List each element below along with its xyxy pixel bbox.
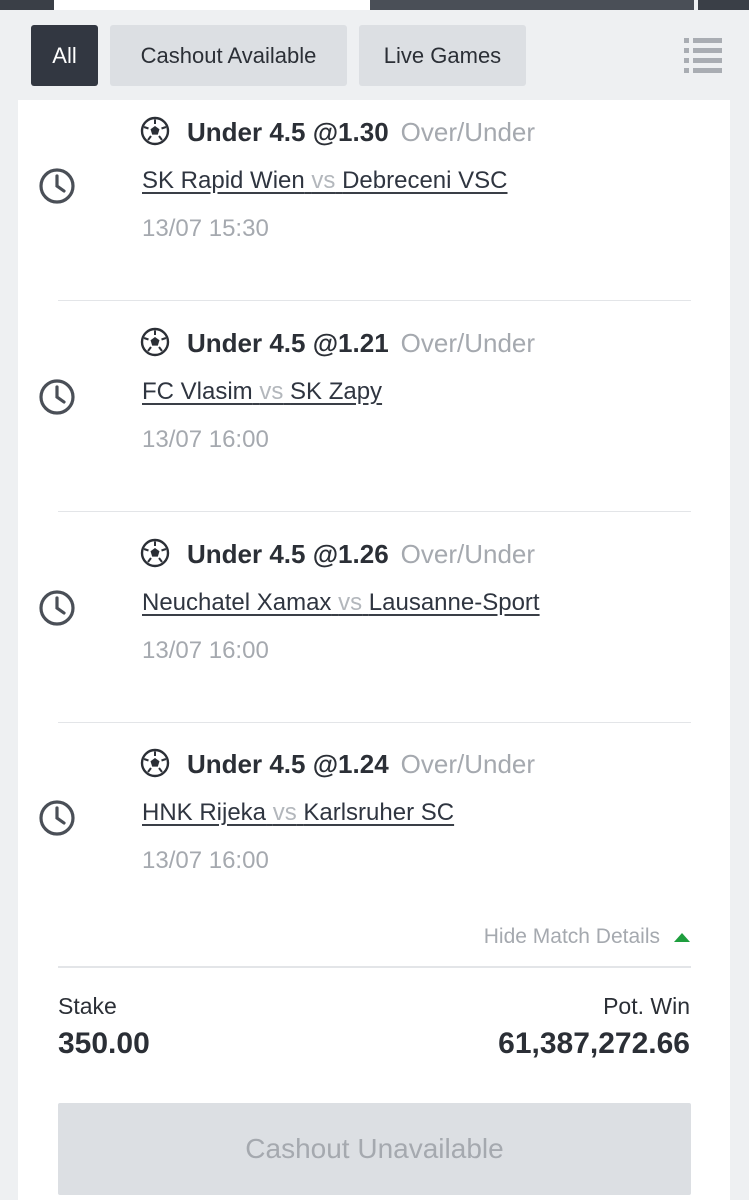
match-link[interactable]: FC Vlasim vs SK Zapy xyxy=(142,375,382,409)
stake-value: 350.00 xyxy=(58,1027,150,1060)
match-datetime: 13/07 15:30 xyxy=(142,215,269,242)
pot-win-label: Pot. Win xyxy=(603,993,690,1019)
soccer-ball-icon xyxy=(140,748,170,778)
hide-match-details-label: Hide Match Details xyxy=(483,925,660,948)
vs-label: vs xyxy=(259,378,284,405)
tab-strip-segment-active[interactable] xyxy=(54,0,370,10)
match-link[interactable]: SK Rapid Wien vs Debreceni VSC xyxy=(142,164,508,198)
market-line: Under 4.5 @1.30 Over/Under xyxy=(187,115,535,149)
list-menu-icon[interactable] xyxy=(684,37,722,73)
clock-icon xyxy=(39,379,75,415)
market-line: Under 4.5 @1.26 Over/Under xyxy=(187,537,535,571)
market-name: Under 4.5 @1.26 xyxy=(187,539,389,569)
match-link[interactable]: Neuchatel Xamax vs Lausanne-Sport xyxy=(142,586,540,620)
home-team: FC Vlasim xyxy=(142,378,253,405)
away-team: SK Zapy xyxy=(290,378,383,405)
market-name: Under 4.5 @1.21 xyxy=(187,328,389,358)
vs-label: vs xyxy=(272,799,297,826)
market-name: Under 4.5 @1.24 xyxy=(187,749,389,779)
vs-label: vs xyxy=(338,589,363,616)
home-team: Neuchatel Xamax xyxy=(142,589,332,616)
hide-match-details-toggle[interactable]: Hide Match Details xyxy=(484,923,690,951)
triangle-up-icon xyxy=(674,932,690,942)
away-team: Karlsruher SC xyxy=(303,799,455,826)
bet-card: Under 4.5 @1.30 Over/Under SK Rapid Wien … xyxy=(18,100,730,1200)
filter-all-button[interactable]: All xyxy=(31,25,98,86)
filter-cashout-available-button[interactable]: Cashout Available xyxy=(110,25,347,86)
home-team: HNK Rijeka xyxy=(142,799,267,826)
divider xyxy=(58,722,691,723)
tab-strip-segment xyxy=(0,0,54,10)
bet-selection: Under 4.5 @1.24 Over/Under HNK Rijeka vs … xyxy=(18,732,730,892)
top-tab-strip xyxy=(0,0,749,10)
bet-selection: Under 4.5 @1.30 Over/Under SK Rapid Wien … xyxy=(18,100,730,260)
away-team: Debreceni VSC xyxy=(342,167,508,194)
match-datetime: 13/07 16:00 xyxy=(142,637,269,664)
bet-selection: Under 4.5 @1.26 Over/Under Neuchatel Xama… xyxy=(18,522,730,682)
market-type: Over/Under xyxy=(400,117,536,147)
divider xyxy=(58,300,691,301)
tab-strip-segment[interactable] xyxy=(370,0,694,10)
market-line: Under 4.5 @1.21 Over/Under xyxy=(187,326,535,360)
match-link[interactable]: HNK Rijeka vs Karlsruher SC xyxy=(142,796,454,830)
home-team: SK Rapid Wien xyxy=(142,167,305,194)
soccer-ball-icon xyxy=(140,538,170,568)
soccer-ball-icon xyxy=(140,327,170,357)
clock-icon xyxy=(39,590,75,626)
match-datetime: 13/07 16:00 xyxy=(142,426,269,453)
market-type: Over/Under xyxy=(400,328,536,358)
vs-label: vs xyxy=(311,167,336,194)
cashout-unavailable-button[interactable]: Cashout Unavailable xyxy=(58,1103,691,1195)
clock-icon xyxy=(39,800,75,836)
bet-selection: Under 4.5 @1.21 Over/Under FC Vlasim vs S… xyxy=(18,311,730,471)
match-datetime: 13/07 16:00 xyxy=(142,847,269,874)
filter-live-games-button[interactable]: Live Games xyxy=(359,25,526,86)
soccer-ball-icon xyxy=(140,116,170,146)
away-team: Lausanne-Sport xyxy=(368,589,540,616)
clock-icon xyxy=(39,168,75,204)
market-type: Over/Under xyxy=(400,539,536,569)
market-type: Over/Under xyxy=(400,749,536,779)
divider xyxy=(58,511,691,512)
pot-win-value: 61,387,272.66 xyxy=(498,1027,690,1060)
tab-strip-segment[interactable] xyxy=(698,0,749,10)
market-name: Under 4.5 @1.30 xyxy=(187,117,389,147)
divider xyxy=(58,966,691,968)
stake-label: Stake xyxy=(58,993,117,1019)
market-line: Under 4.5 @1.24 Over/Under xyxy=(187,747,535,781)
